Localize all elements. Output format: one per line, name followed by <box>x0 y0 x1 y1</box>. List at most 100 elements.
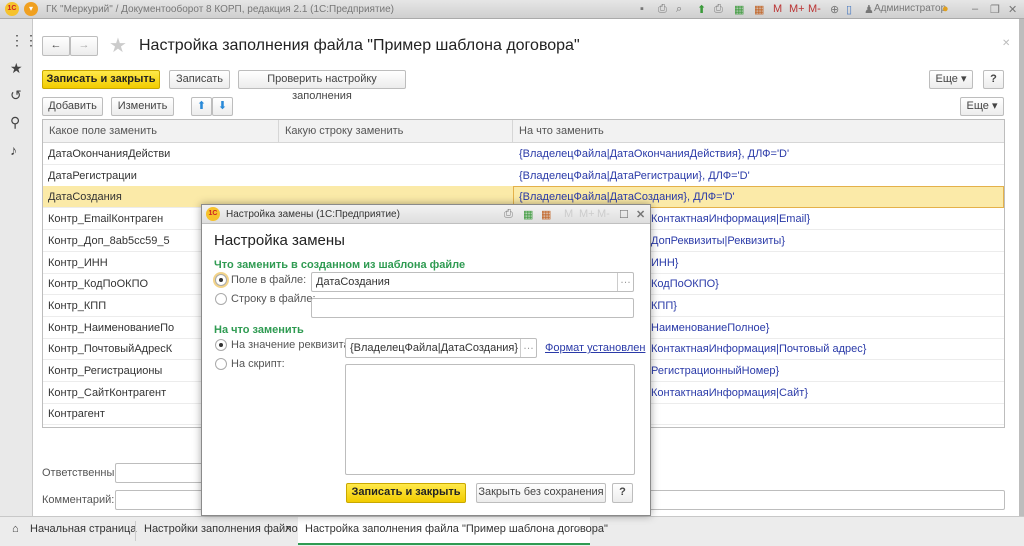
calendar-icon[interactable]: ▦ <box>754 3 764 16</box>
radio-field-in-file[interactable] <box>215 274 227 286</box>
section-replace-with: На что заменить <box>214 324 304 336</box>
dialog-close-without-save-button[interactable]: Закрыть без сохранения <box>476 483 606 503</box>
dialog-close-icon[interactable]: ✕ <box>636 208 645 221</box>
cell-value: {ВладелецФайла|ДатаСоздания}, ДЛФ='D' <box>519 191 735 204</box>
string-in-file-input[interactable] <box>311 298 634 318</box>
tab-home[interactable]: Начальная страница <box>30 523 136 535</box>
memory-mminus-button[interactable]: M- <box>808 3 821 15</box>
radio-field-label: Поле в файле: <box>231 274 307 286</box>
dialog-calculator-icon[interactable]: ▦ <box>523 208 533 221</box>
info-icon[interactable]: ● <box>942 3 949 15</box>
attribute-input[interactable]: {ВладелецФайла|ДатаСоздания}… <box>345 338 537 358</box>
dialog-maximize-icon[interactable]: ☐ <box>619 208 629 221</box>
print-icon[interactable]: ⎙ <box>658 3 667 16</box>
tab-file-settings[interactable]: Настройки заполнения файлов <box>144 523 304 535</box>
field-select-button[interactable]: … <box>617 273 633 291</box>
move-up-button[interactable]: ⬆ <box>191 97 212 116</box>
field-in-file-input[interactable]: ДатаСоздания… <box>311 272 634 292</box>
column-header-value[interactable]: На что заменить <box>513 120 1004 143</box>
edit-button[interactable]: Изменить <box>111 97 174 116</box>
tab-close-icon[interactable]: × <box>285 523 291 535</box>
cell-value: КПП} <box>651 299 677 312</box>
cell-value: КонтактнаяИнформация|Email} <box>651 213 811 226</box>
forward-button[interactable]: → <box>70 36 98 56</box>
comment-label: Комментарий: <box>42 494 115 506</box>
back-button[interactable]: ← <box>42 36 70 56</box>
user-icon: ♟ <box>864 4 874 16</box>
dialog-memory-mminus[interactable]: M- <box>597 208 610 220</box>
column-header-field[interactable]: Какое поле заменить <box>43 120 279 143</box>
dialog-title: Настройка замены <box>214 232 345 249</box>
save-close-button[interactable]: Записать и закрыть <box>42 70 160 89</box>
dialog-save-close-button[interactable]: Записать и закрыть <box>346 483 466 503</box>
search-icon[interactable]: ⚲ <box>10 114 20 131</box>
more-button[interactable]: Еще ▾ <box>929 70 973 89</box>
radio-string-in-file[interactable] <box>215 293 227 305</box>
cell-value: ДопРеквизиты|Реквизиты} <box>651 234 785 247</box>
cell-field: Контр_СайтКонтрагент <box>48 386 167 399</box>
more-label: Еще <box>935 73 958 85</box>
favorites-star-icon[interactable]: ★ <box>10 60 23 77</box>
table-more-button[interactable]: Еще ▾ <box>960 97 1004 116</box>
home-icon: ⌂ <box>12 523 19 535</box>
dialog-memory-mplus[interactable]: M+ <box>579 208 595 220</box>
cell-value: КодПоОКПО} <box>651 278 719 291</box>
page-title: Настройка заполнения файла "Пример шабло… <box>139 37 580 54</box>
cell-field: Контр_Регистрационы <box>48 365 163 377</box>
cell-field: Контр_Доп_8ab5cc59_5 <box>48 234 170 247</box>
attribute-select-button[interactable]: … <box>520 339 536 357</box>
dialog-title-bar: 1С Настройка замены (1С:Предприятие) ⎙ ▦… <box>202 205 650 224</box>
link-icon[interactable]: ⬆ <box>697 3 706 16</box>
dialog-memory-m[interactable]: M <box>564 208 573 220</box>
table-row[interactable]: ДатаОкончанияДействи {ВладелецФайла|ДатаО… <box>43 143 1004 165</box>
radio-script-label: На скрипт: <box>231 358 285 370</box>
attribute-value: {ВладелецФайла|ДатаСоздания} <box>350 342 519 354</box>
radio-string-label: Строку в файле: <box>231 293 316 305</box>
zoom-icon[interactable]: ⊕ <box>830 3 839 16</box>
help-button[interactable]: ? <box>983 70 1004 89</box>
history-icon[interactable]: ↺ <box>10 87 22 104</box>
favorite-star-icon[interactable]: ★ <box>109 33 127 58</box>
dialog-logo: 1С <box>206 207 220 221</box>
move-down-button[interactable]: ⬇ <box>212 97 233 116</box>
cell-field: ДатаСоздания <box>48 191 122 204</box>
minimize-icon[interactable]: – <box>972 3 978 15</box>
memory-m-button[interactable]: M <box>773 3 782 15</box>
user-name[interactable]: Администратор <box>874 3 946 14</box>
preview-icon[interactable]: ⌕ <box>676 3 682 16</box>
dialog-print-icon[interactable]: ⎙ <box>504 208 513 221</box>
cell-field: Контрагент <box>48 408 105 421</box>
radio-script[interactable] <box>215 358 227 370</box>
close-app-icon[interactable]: ✕ <box>1008 3 1017 16</box>
check-settings-button[interactable]: Проверить настройку заполнения <box>238 70 406 102</box>
cell-field: Контр_НаименованиеПо <box>48 321 175 334</box>
open-windows-bar: ⌂ Начальная страница Настройки заполнени… <box>0 516 1024 546</box>
responsible-input[interactable] <box>115 463 215 483</box>
printer-icon[interactable]: ⎙ <box>714 3 723 16</box>
dialog-help-button[interactable]: ? <box>612 483 633 503</box>
restore-icon[interactable]: ❐ <box>990 3 1000 16</box>
cell-field: ДатаОкончанияДействи <box>48 148 171 160</box>
column-header-string[interactable]: Какую строку заменить <box>279 120 513 143</box>
add-button[interactable]: Добавить <box>42 97 103 116</box>
script-textarea[interactable] <box>345 364 635 475</box>
main-menu-icon[interactable]: ▾ <box>24 2 38 16</box>
cell-value: КонтактнаяИнформация|Почтовый адрес} <box>651 343 867 356</box>
close-form-icon[interactable]: ✕ <box>1002 38 1010 49</box>
memory-mplus-button[interactable]: M+ <box>789 3 805 15</box>
cell-value: РегистрационныйНомер} <box>651 365 780 377</box>
calculator-icon[interactable]: ▦ <box>734 3 744 16</box>
tab-current-form[interactable]: Настройка заполнения файла "Пример шабло… <box>305 523 608 535</box>
table-more-label: Еще <box>966 100 989 112</box>
save-button[interactable]: Записать <box>169 70 230 89</box>
format-link[interactable]: Формат установлен <box>545 342 645 354</box>
panel-icon[interactable]: ▯ <box>846 3 852 16</box>
save-icon[interactable]: ▪ <box>640 3 644 15</box>
notifications-bell-icon[interactable]: ♪ <box>10 142 17 158</box>
table-row[interactable]: ДатаРегистрации {ВладелецФайла|ДатаРегист… <box>43 165 1004 187</box>
radio-attribute-value[interactable] <box>215 339 227 351</box>
app-title-bar: 1С ▾ ГК "Меркурий" / Документооборот 8 К… <box>0 0 1024 19</box>
dialog-calendar-icon[interactable]: ▦ <box>541 208 551 221</box>
cell-value: {ВладелецФайла|ДатаОкончанияДействия}, Д… <box>519 148 790 160</box>
tab-current-close-icon[interactable]: × <box>576 523 582 535</box>
